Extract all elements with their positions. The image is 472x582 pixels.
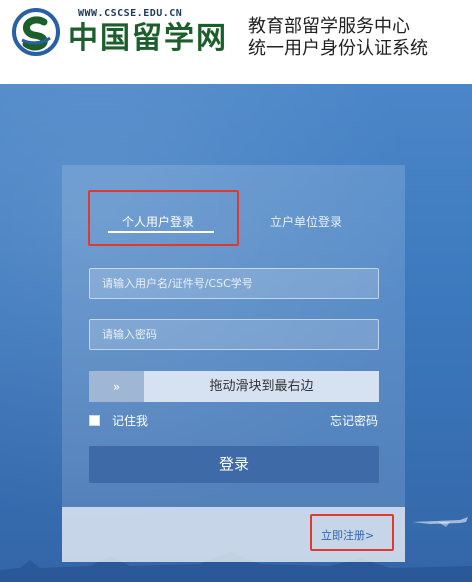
remember-me[interactable]: 记住我 xyxy=(89,412,148,429)
slider-instruction: 拖动滑块到最右边 xyxy=(209,379,314,394)
password-input[interactable] xyxy=(89,319,379,350)
remember-me-label: 记住我 xyxy=(112,414,149,428)
org-title: 教育部留学服务中心 xyxy=(248,16,410,37)
tab-unit-login[interactable]: 立户单位登录 xyxy=(270,213,342,230)
register-highlight-box xyxy=(310,514,394,551)
slider-captcha: » 拖动滑块到最右边 xyxy=(89,371,379,402)
airplane-icon xyxy=(412,517,468,527)
double-chevron-right-icon[interactable]: » xyxy=(89,371,144,402)
login-button[interactable]: 登录 xyxy=(89,446,379,483)
tab-highlight-box xyxy=(88,190,239,246)
site-name: 中国留学网 xyxy=(68,21,228,56)
cscse-logo-icon[interactable] xyxy=(12,8,60,56)
checkbox-icon[interactable] xyxy=(89,415,100,426)
org-subtitle: 统一用户身份认证系统 xyxy=(248,38,428,59)
site-header: WWW.CSCSE.EDU.CN 中国留学网 教育部留学服务中心 统一用户身份认… xyxy=(0,0,472,84)
site-url: WWW.CSCSE.EDU.CN xyxy=(78,8,183,19)
username-input[interactable] xyxy=(89,268,379,299)
forgot-password-link[interactable]: 忘记密码 xyxy=(330,412,378,429)
